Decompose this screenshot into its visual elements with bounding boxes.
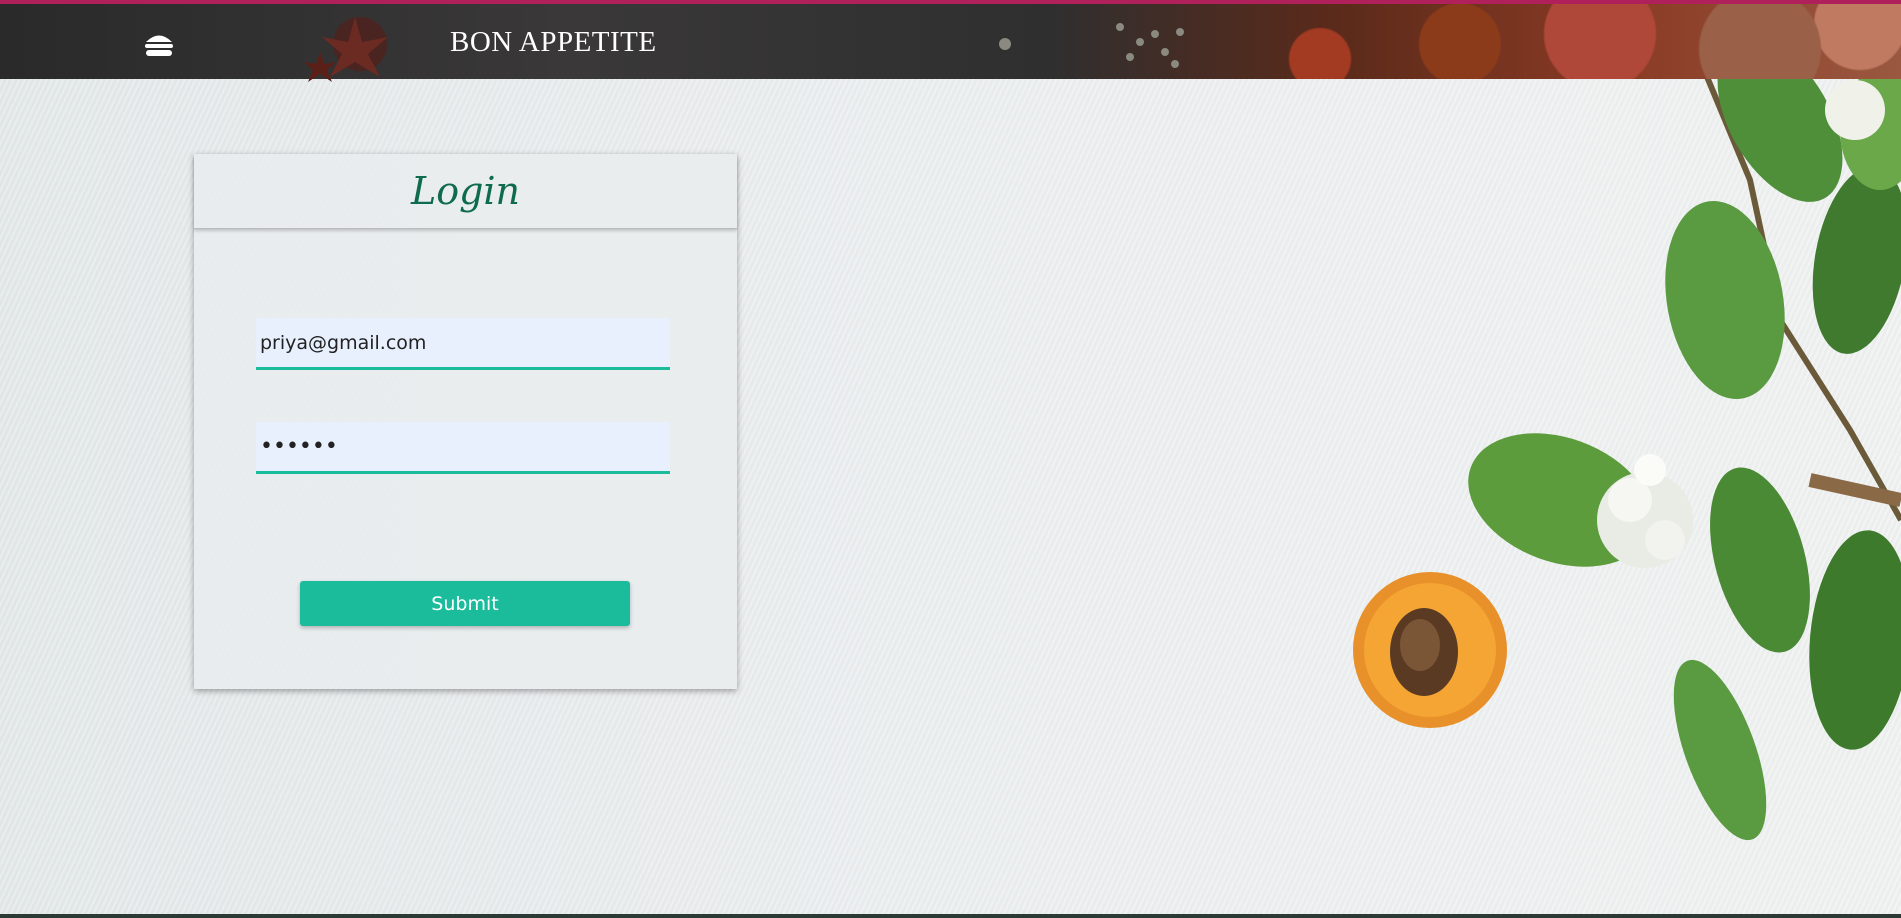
login-title: Login (410, 169, 521, 213)
email-field[interactable] (256, 318, 670, 370)
star-anise-decoration (304, 17, 388, 82)
submit-button[interactable]: Submit (300, 581, 630, 626)
top-header: BON APPETITE (0, 0, 1901, 82)
password-field[interactable] (256, 422, 670, 474)
login-card: Login Submit (194, 154, 737, 689)
brand-title[interactable]: BON APPETITE (450, 26, 657, 59)
peppercorn-decoration (999, 23, 1184, 68)
hamburger-icon[interactable] (144, 31, 174, 59)
bottom-border (0, 914, 1901, 918)
login-card-header: Login (194, 154, 737, 229)
